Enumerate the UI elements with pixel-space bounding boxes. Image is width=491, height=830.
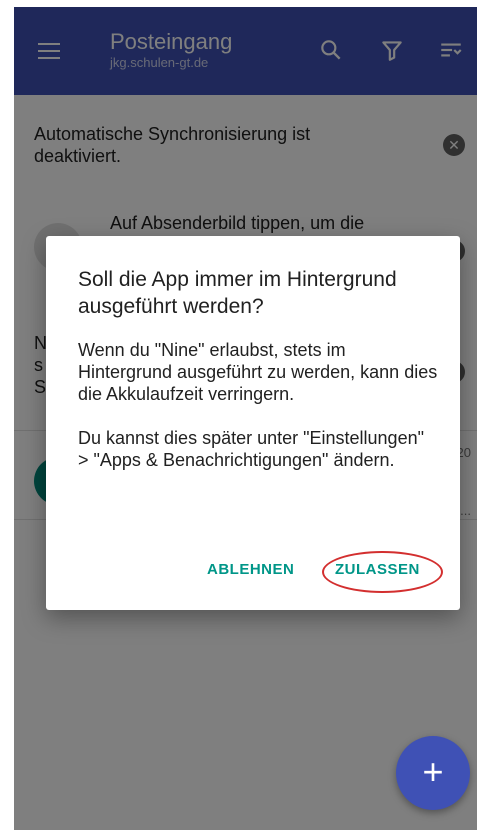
dialog-paragraph: Du kannst dies später unter "Einstellung… xyxy=(78,428,424,470)
allow-button[interactable]: ZULASSEN xyxy=(335,561,420,578)
compose-button[interactable]: + xyxy=(396,736,470,810)
phone-screen: Posteingang jkg.schulen-gt.de Automatisc… xyxy=(14,7,477,830)
dialog-title: Soll die App immer im Hintergrund ausgef… xyxy=(78,268,397,318)
deny-button[interactable]: ABLEHNEN xyxy=(207,561,294,578)
dialog-body: Wenn du "Nine" erlaubst, stets im Hinter… xyxy=(78,339,438,471)
dialog-paragraph: Wenn du "Nine" erlaubst, stets im Hinter… xyxy=(78,340,438,404)
background-permission-dialog: Soll die App immer im Hintergrund ausgef… xyxy=(46,236,460,610)
